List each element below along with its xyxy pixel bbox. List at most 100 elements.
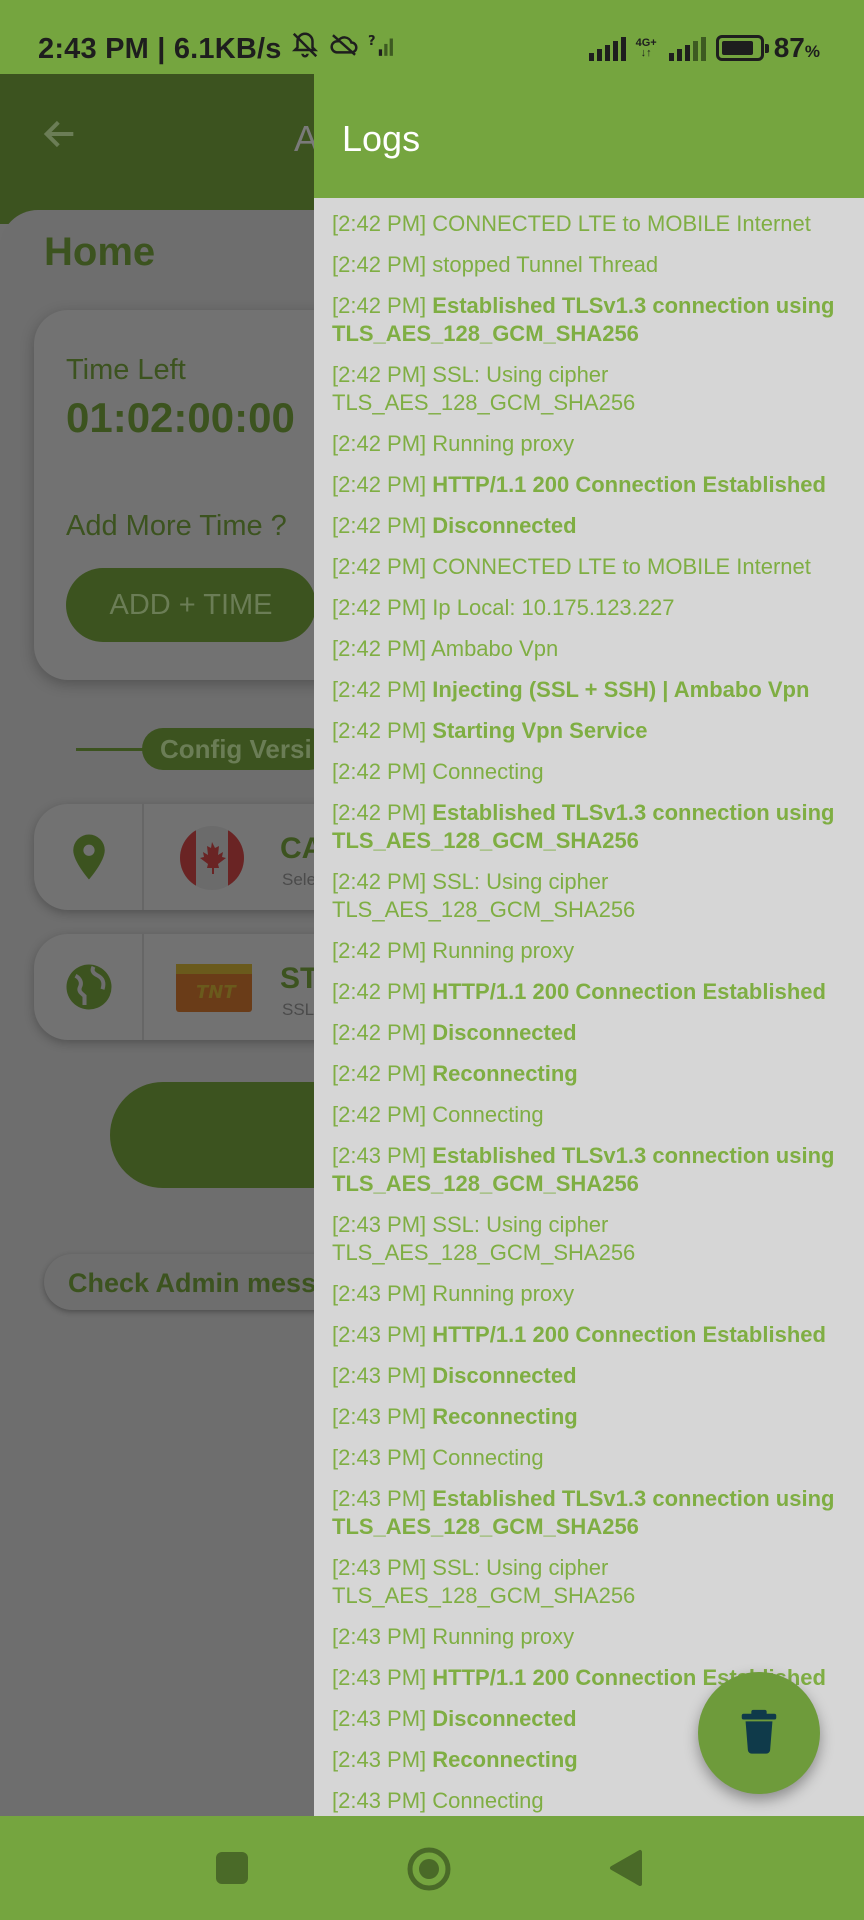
log-entry: [2:42 PM] CONNECTED LTE to MOBILE Intern…: [332, 553, 850, 581]
separator: [142, 934, 144, 1040]
log-entry: [2:42 PM] SSL: Using cipher TLS_AES_128_…: [332, 361, 850, 417]
config-divider: [76, 748, 146, 751]
log-time: [2:43 PM]: [332, 1747, 427, 1772]
log-entry: [2:42 PM] SSL: Using cipher TLS_AES_128_…: [332, 868, 850, 924]
log-entry: [2:43 PM] Disconnected: [332, 1362, 850, 1390]
log-time: [2:42 PM]: [332, 938, 427, 963]
log-entry: [2:43 PM] HTTP/1.1 200 Connection Establ…: [332, 1321, 850, 1349]
circle-icon[interactable]: [406, 1846, 452, 1892]
log-time: [2:43 PM]: [332, 1322, 427, 1347]
log-entry: [2:42 PM] HTTP/1.1 200 Connection Establ…: [332, 471, 850, 499]
time-left-label: Time Left: [66, 354, 186, 386]
log-message: Disconnected: [432, 1706, 577, 1731]
log-time: [2:43 PM]: [332, 1281, 427, 1306]
battery-icon: [715, 35, 769, 61]
log-time: [2:42 PM]: [332, 759, 427, 784]
log-message: Ip Local: 10.175.123.227: [432, 595, 675, 620]
log-time: [2:42 PM]: [332, 513, 427, 538]
battery-percent: 87%: [774, 32, 820, 64]
log-entry: [2:43 PM] Reconnecting: [332, 1403, 850, 1431]
log-time: [2:43 PM]: [332, 1624, 427, 1649]
logs-title: Logs: [342, 118, 421, 159]
log-time: [2:42 PM]: [332, 869, 427, 894]
log-message: Running proxy: [432, 1281, 575, 1306]
log-message: HTTP/1.1 200 Connection Established: [432, 1322, 826, 1347]
log-message: Starting Vpn Service: [432, 718, 648, 743]
log-message: Running proxy: [432, 1624, 575, 1649]
arrow-back-icon[interactable]: [40, 114, 80, 154]
triangle-back-icon[interactable]: [606, 1848, 644, 1888]
log-entry: [2:42 PM] Starting Vpn Service: [332, 717, 850, 745]
battery-percent-value: 87: [773, 32, 805, 63]
log-time: [2:43 PM]: [332, 1788, 427, 1813]
log-time: [2:43 PM]: [332, 1363, 427, 1388]
log-message: CONNECTED LTE to MOBILE Internet: [432, 211, 811, 236]
bell-off-icon: [290, 30, 320, 68]
canada-flag-icon: [180, 826, 244, 890]
log-time: [2:43 PM]: [332, 1445, 427, 1470]
log-entry: [2:43 PM] Running proxy: [332, 1280, 850, 1308]
log-time: [2:42 PM]: [332, 211, 427, 236]
square-icon[interactable]: [216, 1852, 248, 1884]
log-time: [2:42 PM]: [332, 979, 427, 1004]
log-message: Reconnecting: [432, 1404, 578, 1429]
log-time: [2:42 PM]: [332, 252, 427, 277]
log-message: Disconnected: [432, 1363, 577, 1388]
tnt-logo-icon: TNT: [176, 964, 252, 1012]
log-message: Ambabo Vpn: [431, 636, 559, 661]
separator: [142, 804, 144, 910]
log-time: [2:42 PM]: [332, 362, 427, 387]
log-time: [2:43 PM]: [332, 1212, 427, 1237]
log-entry: [2:42 PM] Connecting: [332, 1101, 850, 1129]
logs-header: Logs: [314, 74, 864, 198]
add-time-button[interactable]: ADD + TIME: [66, 568, 316, 642]
log-message: HTTP/1.1 200 Connection Established: [432, 472, 826, 497]
logs-drawer: Logs [2:42 PM] CONNECTED LTE to MOBILE I…: [314, 74, 864, 1816]
network-type: 4G+ ↓↑: [635, 37, 657, 59]
log-time: [2:42 PM]: [332, 718, 427, 743]
log-time: [2:42 PM]: [332, 472, 427, 497]
log-entry: [2:43 PM] SSL: Using cipher TLS_AES_128_…: [332, 1554, 850, 1610]
log-entry: [2:42 PM] stopped Tunnel Thread: [332, 251, 850, 279]
clear-logs-button[interactable]: [698, 1672, 820, 1794]
log-message: Reconnecting: [432, 1061, 578, 1086]
add-more-time-label: Add More Time ?: [66, 510, 287, 542]
log-entry: [2:42 PM] Reconnecting: [332, 1060, 850, 1088]
log-time: [2:42 PM]: [332, 1061, 427, 1086]
log-message: Running proxy: [432, 431, 575, 456]
log-message: CONNECTED LTE to MOBILE Internet: [432, 554, 811, 579]
log-time: [2:42 PM]: [332, 431, 427, 456]
logs-list[interactable]: [2:42 PM] CONNECTED LTE to MOBILE Intern…: [314, 198, 864, 1816]
log-entry: [2:42 PM] Running proxy: [332, 937, 850, 965]
admin-message-label: Check Admin messa: [68, 1268, 332, 1298]
battery-percent-unit: %: [804, 42, 820, 61]
log-entry: [2:42 PM] Established TLSv1.3 connection…: [332, 292, 850, 348]
log-entry: [2:42 PM] Injecting (SSL + SSH) | Ambabo…: [332, 676, 850, 704]
status-left: 2:43 PM | 6.1KB/s ?: [38, 30, 394, 68]
log-message: Injecting (SSL + SSH) | Ambabo Vpn: [432, 677, 810, 702]
log-message: Connecting: [432, 759, 544, 784]
payload-code: ST: [280, 962, 319, 995]
log-message: Connecting: [432, 1102, 544, 1127]
log-time: [2:43 PM]: [332, 1555, 427, 1580]
log-entry: [2:43 PM] Established TLSv1.3 connection…: [332, 1485, 850, 1541]
log-time: [2:43 PM]: [332, 1665, 427, 1690]
svg-text:TNT: TNT: [196, 982, 237, 1003]
log-entry: [2:43 PM] SSL: Using cipher TLS_AES_128_…: [332, 1211, 850, 1267]
svg-text:?: ?: [368, 34, 376, 49]
log-entry: [2:43 PM] Connecting: [332, 1444, 850, 1472]
log-time: [2:42 PM]: [332, 595, 427, 620]
log-entry: [2:42 PM] Disconnected: [332, 1019, 850, 1047]
payload-sub: SSL: [282, 1000, 315, 1019]
log-entry: [2:42 PM] Ambabo Vpn: [332, 635, 850, 663]
log-entry: [2:43 PM] Established TLSv1.3 connection…: [332, 1142, 850, 1198]
log-message: Running proxy: [432, 938, 575, 963]
status-right: 4G+ ↓↑ 87%: [588, 32, 820, 64]
log-time: [2:43 PM]: [332, 1404, 427, 1429]
log-time: [2:42 PM]: [332, 1102, 427, 1127]
log-time: [2:42 PM]: [332, 677, 427, 702]
log-time: [2:42 PM]: [332, 800, 427, 825]
location-pin-icon: [62, 830, 116, 884]
log-time: [2:42 PM]: [332, 554, 427, 579]
battery-fill: [721, 41, 753, 55]
